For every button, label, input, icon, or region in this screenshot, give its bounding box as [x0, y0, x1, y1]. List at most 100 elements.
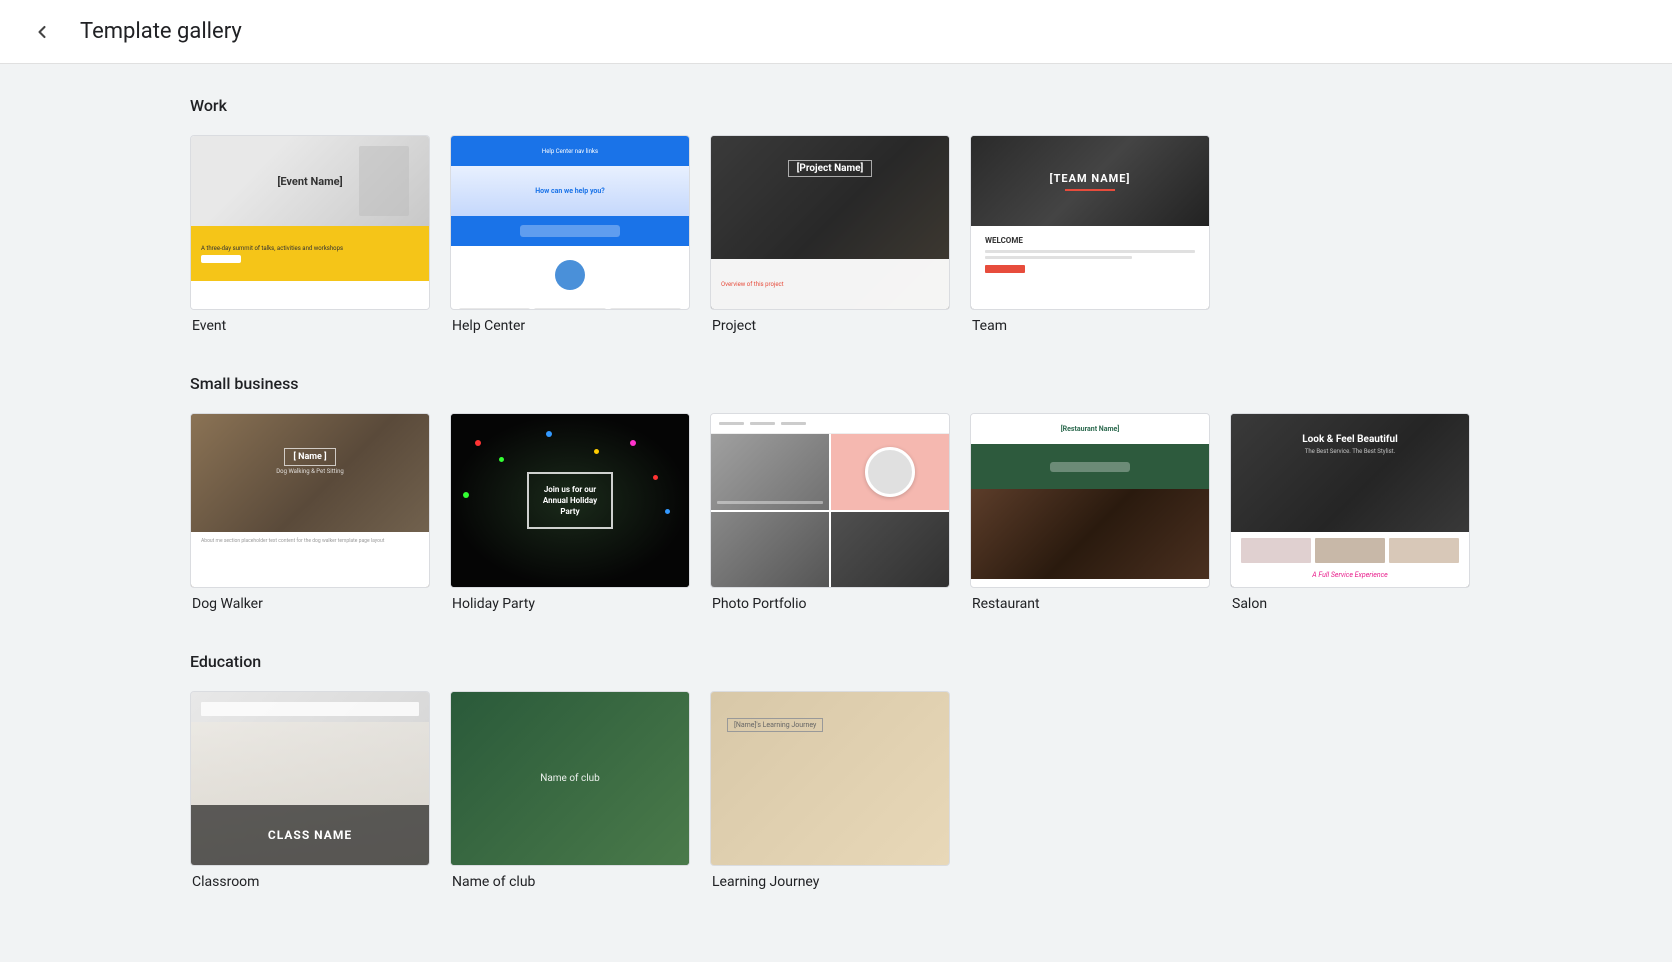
- template-item-event[interactable]: [Event Name] A three-day summit of talks…: [190, 135, 430, 334]
- template-name-project: Project: [710, 318, 950, 334]
- template-item-salon[interactable]: Look & Feel Beautiful The Best Service. …: [1230, 413, 1470, 612]
- template-item-dogwalker[interactable]: [ Name ] Dog Walking & Pet Sitting About…: [190, 413, 430, 612]
- portfolio-nav-item-1: [719, 422, 744, 425]
- page-title: Template gallery: [80, 19, 242, 44]
- salon-preview-2: [1315, 538, 1385, 563]
- hc-question: How can we help you?: [535, 187, 605, 195]
- portfolio-cell-4: [831, 512, 949, 588]
- event-bottom-section: A three-day summit of talks, activities …: [191, 226, 429, 281]
- salon-bottom: A Full Service Experience: [1231, 532, 1469, 587]
- template-thumbnail-club: Name of club: [450, 691, 690, 866]
- dogwalker-name: [ Name ]: [284, 448, 335, 466]
- portfolio-nav-bar: [711, 414, 949, 434]
- template-thumbnail-team: [TEAM NAME] WELCOME: [970, 135, 1210, 310]
- templates-grid-education: CLASS NAME Classroom Name of club Name o…: [190, 691, 1482, 890]
- dogwalker-service: Dog Walking & Pet Sitting: [207, 468, 413, 475]
- section-title-small-business: Small business: [190, 374, 1482, 393]
- section-title-work: Work: [190, 96, 1482, 115]
- portfolio-text-overlay: [717, 501, 823, 504]
- template-item-helpcenter[interactable]: Help Center nav links How can we help yo…: [450, 135, 690, 334]
- team-top-section: [TEAM NAME]: [971, 136, 1209, 226]
- template-name-dogwalker: Dog Walker: [190, 596, 430, 612]
- template-name-team: Team: [970, 318, 1210, 334]
- salon-subtitle-text: The Best Service. The Best Stylist.: [1247, 448, 1453, 455]
- event-info-bar: [191, 281, 429, 310]
- salon-preview-1: [1241, 538, 1311, 563]
- template-thumbnail-learning: [Name]'s Learning Journey: [710, 691, 950, 866]
- team-name-text: [TEAM NAME]: [1050, 172, 1131, 185]
- project-content: [Project Name]: [711, 136, 949, 200]
- team-text-line-1: [985, 250, 1195, 253]
- template-thumbnail-project: [Project Name] Overview of this project: [710, 135, 950, 310]
- template-item-club[interactable]: Name of club Name of club: [450, 691, 690, 890]
- portfolio-cell-1: [711, 434, 829, 510]
- back-button[interactable]: [24, 14, 60, 50]
- event-title-text: [Event Name]: [277, 175, 342, 188]
- template-item-project[interactable]: [Project Name] Overview of this project …: [710, 135, 950, 334]
- template-item-restaurant[interactable]: [Restaurant Name] Restaurant: [970, 413, 1210, 612]
- team-cta-button: [985, 265, 1025, 273]
- template-item-team[interactable]: [TEAM NAME] WELCOME Team: [970, 135, 1210, 334]
- learning-content: [Name]'s Learning Journey: [711, 692, 949, 752]
- event-btn-placeholder: [201, 255, 241, 263]
- hc-top-bar: Help Center nav links: [451, 136, 689, 166]
- project-section-label: Overview of this project: [721, 281, 784, 288]
- project-bottom: Overview of this project: [711, 259, 949, 309]
- dogwalker-content: [ Name ] Dog Walking & Pet Sitting: [191, 414, 429, 485]
- hc-header-img: How can we help you?: [451, 166, 689, 216]
- classroom-name-overlay: CLASS NAME: [191, 805, 429, 865]
- header: Template gallery: [0, 0, 1672, 64]
- salon-title-text: Look & Feel Beautiful: [1247, 434, 1453, 445]
- section-small-business: Small business [ Name ] Dog Walking & Pe…: [190, 374, 1482, 612]
- section-education: Education CLASS NAME Classroom: [190, 652, 1482, 890]
- restaurant-food-bg: [971, 489, 1209, 579]
- holiday-content: Join us for our Annual Holiday Party: [451, 414, 689, 587]
- template-thumbnail-classroom: CLASS NAME: [190, 691, 430, 866]
- hc-card-2: [534, 308, 605, 310]
- portfolio-nav-item-2: [750, 422, 775, 425]
- template-thumbnail-helpcenter: Help Center nav links How can we help yo…: [450, 135, 690, 310]
- learning-title-text: [Name]'s Learning Journey: [727, 718, 823, 732]
- portfolio-cell-2: [831, 434, 949, 510]
- event-subtitle: A three-day summit of talks, activities …: [201, 245, 419, 252]
- team-text-line-2: [985, 256, 1132, 259]
- template-thumbnail-portfolio: [710, 413, 950, 588]
- template-thumbnail-holiday: Join us for our Annual Holiday Party: [450, 413, 690, 588]
- template-thumbnail-dogwalker: [ Name ] Dog Walking & Pet Sitting About…: [190, 413, 430, 588]
- classroom-header-bar: [201, 702, 419, 716]
- club-content: Name of club: [451, 692, 689, 865]
- event-top-image: [Event Name]: [191, 136, 429, 226]
- restaurant-food-img: [971, 489, 1209, 579]
- template-name-helpcenter: Help Center: [450, 318, 690, 334]
- team-bottom-section: WELCOME: [971, 226, 1209, 310]
- portfolio-nav-item-3: [781, 422, 806, 425]
- hc-nav-text: Help Center nav links: [542, 148, 598, 155]
- restaurant-search: [1050, 462, 1130, 472]
- hc-icon-area: [451, 246, 689, 304]
- club-name-text: Name of club: [540, 773, 600, 784]
- dogwalker-about-text: About me section placeholder text conten…: [201, 538, 419, 546]
- template-item-classroom[interactable]: CLASS NAME Classroom: [190, 691, 430, 890]
- salon-tagline: A Full Service Experience: [1241, 571, 1459, 579]
- restaurant-header: [971, 444, 1209, 489]
- template-item-learning[interactable]: [Name]'s Learning Journey Learning Journ…: [710, 691, 950, 890]
- hc-card-1: [459, 308, 530, 310]
- dogwalker-bottom: About me section placeholder text conten…: [191, 532, 429, 587]
- holiday-main-text: Join us for our Annual Holiday Party: [543, 484, 597, 518]
- template-name-salon: Salon: [1230, 596, 1470, 612]
- portfolio-cell-3: [711, 512, 829, 588]
- template-name-event: Event: [190, 318, 430, 334]
- templates-grid-small-business: [ Name ] Dog Walking & Pet Sitting About…: [190, 413, 1482, 612]
- main-content: Work [Event Name] A three-day summit of …: [0, 64, 1672, 962]
- classroom-name-text: CLASS NAME: [268, 828, 352, 842]
- template-thumbnail-event: [Event Name] A three-day summit of talks…: [190, 135, 430, 310]
- template-thumbnail-restaurant: [Restaurant Name]: [970, 413, 1210, 588]
- template-item-portfolio[interactable]: Photo Portfolio: [710, 413, 950, 612]
- project-title: [Project Name]: [788, 160, 873, 177]
- template-item-holiday[interactable]: Join us for our Annual Holiday Party Hol…: [450, 413, 690, 612]
- hc-icon: [555, 260, 585, 290]
- template-name-portfolio: Photo Portfolio: [710, 596, 950, 612]
- team-name-underline: [1065, 189, 1115, 191]
- salon-preview-images: [1241, 538, 1459, 563]
- hc-card-3: [610, 308, 681, 310]
